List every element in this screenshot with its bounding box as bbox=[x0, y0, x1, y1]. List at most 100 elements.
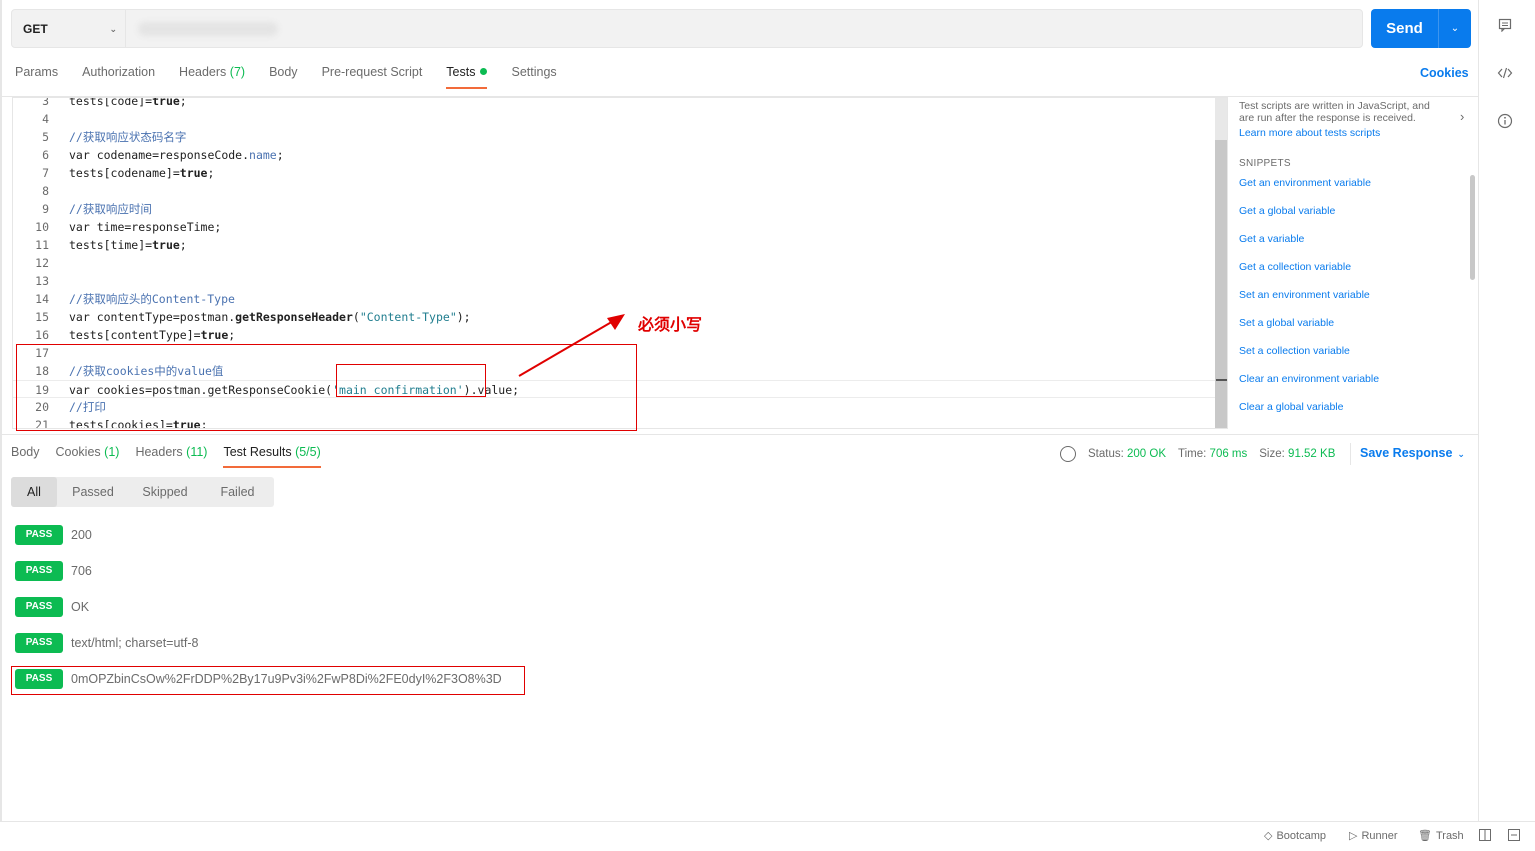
code-text: tests[code]=true; bbox=[69, 97, 187, 108]
test-result-row: PASS text/html; charset=utf-8 bbox=[15, 633, 198, 653]
tab-authorization[interactable]: Authorization bbox=[82, 64, 155, 90]
test-name: OK bbox=[71, 600, 90, 614]
code-text: var time=responseTime; bbox=[69, 220, 222, 234]
test-result-row: PASS 706 bbox=[15, 561, 92, 581]
editor-scrollbar-thumb[interactable] bbox=[1215, 140, 1227, 428]
snippet-item[interactable]: Set a collection variable bbox=[1239, 337, 1469, 365]
code-line[interactable]: 12 bbox=[13, 254, 1215, 272]
tab-params[interactable]: Params bbox=[15, 64, 58, 90]
learn-more-link[interactable]: Learn more about tests scripts bbox=[1239, 127, 1469, 139]
snippet-item[interactable]: Get a variable bbox=[1239, 225, 1469, 253]
test-name: 200 bbox=[71, 528, 92, 542]
time-value: 706 ms bbox=[1209, 448, 1248, 460]
line-number: 10 bbox=[35, 220, 49, 234]
tab-test-results[interactable]: Test Results (5/5) bbox=[223, 445, 322, 468]
snippet-item[interactable]: Clear a global variable bbox=[1239, 393, 1469, 421]
save-response-button[interactable]: Save Response ⌄ bbox=[1360, 446, 1465, 460]
filter-all[interactable]: All bbox=[11, 477, 57, 507]
code-text: var codename=responseCode.name; bbox=[69, 148, 284, 162]
left-border bbox=[0, 0, 2, 821]
filter-failed[interactable]: Failed bbox=[201, 477, 274, 507]
tab-settings[interactable]: Settings bbox=[511, 64, 556, 90]
bootcamp-button[interactable]: ◇ Bootcamp bbox=[1264, 829, 1326, 843]
test-name: 706 bbox=[71, 564, 92, 578]
test-result-row: PASS OK bbox=[15, 597, 89, 617]
snippet-item[interactable]: Get an environment variable bbox=[1239, 169, 1469, 197]
trash-button[interactable]: 🗑 Trash bbox=[1418, 829, 1464, 843]
chevron-down-icon: ⌄ bbox=[1457, 449, 1465, 459]
chevron-right-icon[interactable]: › bbox=[1460, 109, 1464, 124]
snippet-item[interactable]: Clear an environment variable bbox=[1239, 365, 1469, 393]
code-line[interactable]: 3 tests[code]=true; bbox=[13, 97, 1215, 110]
url-input-blurred[interactable] bbox=[138, 21, 278, 36]
send-button[interactable]: Send ⌄ bbox=[1371, 9, 1471, 48]
pass-badge: PASS bbox=[15, 597, 63, 617]
tab-headers[interactable]: Headers (7) bbox=[179, 64, 245, 90]
filter-skipped[interactable]: Skipped bbox=[129, 477, 201, 507]
snippet-item[interactable]: Get a global variable bbox=[1239, 197, 1469, 225]
help-icon[interactable] bbox=[1508, 829, 1520, 841]
method-select[interactable]: GET ⌄ bbox=[12, 10, 126, 47]
code-line[interactable]: 14 //获取响应头的Content-Type bbox=[13, 290, 1215, 308]
code-text: //获取响应时间 bbox=[69, 202, 152, 216]
code-line[interactable]: 6 var codename=responseCode.name; bbox=[13, 146, 1215, 164]
two-pane-icon[interactable] bbox=[1479, 829, 1491, 841]
annotation-arrow-icon bbox=[518, 314, 625, 377]
editor-scrollbar[interactable] bbox=[1215, 98, 1227, 428]
method-label: GET bbox=[23, 21, 48, 36]
url-bar[interactable]: GET ⌄ bbox=[11, 9, 1363, 48]
code-line[interactable]: 8 bbox=[13, 182, 1215, 200]
tab-pre-request-script[interactable]: Pre-request Script bbox=[322, 64, 423, 90]
line-number: 7 bbox=[42, 166, 49, 180]
filter-passed[interactable]: Passed bbox=[57, 477, 129, 507]
pass-badge: PASS bbox=[15, 525, 63, 545]
snippets-panel: Test scripts are written in JavaScript, … bbox=[1239, 100, 1469, 421]
snippet-item[interactable]: Set a global variable bbox=[1239, 309, 1469, 337]
divider bbox=[2, 434, 1478, 435]
code-line[interactable]: 5 //获取响应状态码名字 bbox=[13, 128, 1215, 146]
code-line[interactable]: 11 tests[time]=true; bbox=[13, 236, 1215, 254]
annotation-box-cookie-result bbox=[11, 666, 525, 695]
code-text: tests[time]=true; bbox=[69, 238, 187, 252]
line-number: 8 bbox=[42, 184, 49, 198]
line-number: 16 bbox=[35, 328, 49, 342]
status-value: 200 OK bbox=[1127, 448, 1167, 460]
status-bar: ◇ Bootcamp ▷ Runner 🗑 Trash bbox=[0, 821, 1535, 851]
snippet-item[interactable]: Set an environment variable bbox=[1239, 281, 1469, 309]
size-value: 91.52 KB bbox=[1288, 448, 1336, 460]
line-number: 14 bbox=[35, 292, 49, 306]
tab-response-headers[interactable]: Headers (11) bbox=[135, 445, 207, 467]
line-number: 3 bbox=[42, 97, 49, 108]
pass-badge: PASS bbox=[15, 561, 63, 581]
runner-icon: ▷ bbox=[1349, 830, 1358, 842]
code-line[interactable]: 10 var time=responseTime; bbox=[13, 218, 1215, 236]
tab-response-body[interactable]: Body bbox=[11, 445, 40, 467]
tab-response-cookies[interactable]: Cookies (1) bbox=[56, 445, 120, 467]
code-line[interactable]: 13 bbox=[13, 272, 1215, 290]
divider bbox=[1350, 443, 1351, 465]
runner-button[interactable]: ▷ Runner bbox=[1349, 829, 1398, 843]
chevron-down-icon[interactable]: ⌄ bbox=[1439, 23, 1471, 34]
cookies-link[interactable]: Cookies bbox=[1420, 66, 1469, 80]
tab-body[interactable]: Body bbox=[269, 64, 298, 90]
snippets-scrollbar[interactable] bbox=[1470, 175, 1475, 280]
tab-tests[interactable]: Tests bbox=[446, 64, 488, 90]
code-line[interactable]: 9 //获取响应时间 bbox=[13, 200, 1215, 218]
code-line[interactable]: 4 bbox=[13, 110, 1215, 128]
code-text: //获取响应头的Content-Type bbox=[69, 292, 235, 306]
network-globe-icon[interactable] bbox=[1060, 446, 1076, 462]
code-line[interactable]: 7 tests[codename]=true; bbox=[13, 164, 1215, 182]
response-tabs: Body Cookies (1) Headers (11) Test Resul… bbox=[11, 445, 337, 468]
code-text: tests[codename]=true; bbox=[69, 166, 215, 180]
annotation-box-cookie-name bbox=[336, 364, 486, 397]
code-icon[interactable] bbox=[1496, 64, 1514, 82]
comment-icon[interactable] bbox=[1496, 16, 1514, 34]
line-number: 4 bbox=[42, 112, 49, 126]
snippet-item[interactable]: Get a collection variable bbox=[1239, 253, 1469, 281]
info-icon[interactable] bbox=[1496, 112, 1514, 130]
line-number: 12 bbox=[35, 256, 49, 270]
line-number: 13 bbox=[35, 274, 49, 288]
snippets-heading: SNIPPETS bbox=[1239, 158, 1291, 169]
bootcamp-icon: ◇ bbox=[1264, 830, 1273, 842]
test-result-row: PASS 200 bbox=[15, 525, 92, 545]
